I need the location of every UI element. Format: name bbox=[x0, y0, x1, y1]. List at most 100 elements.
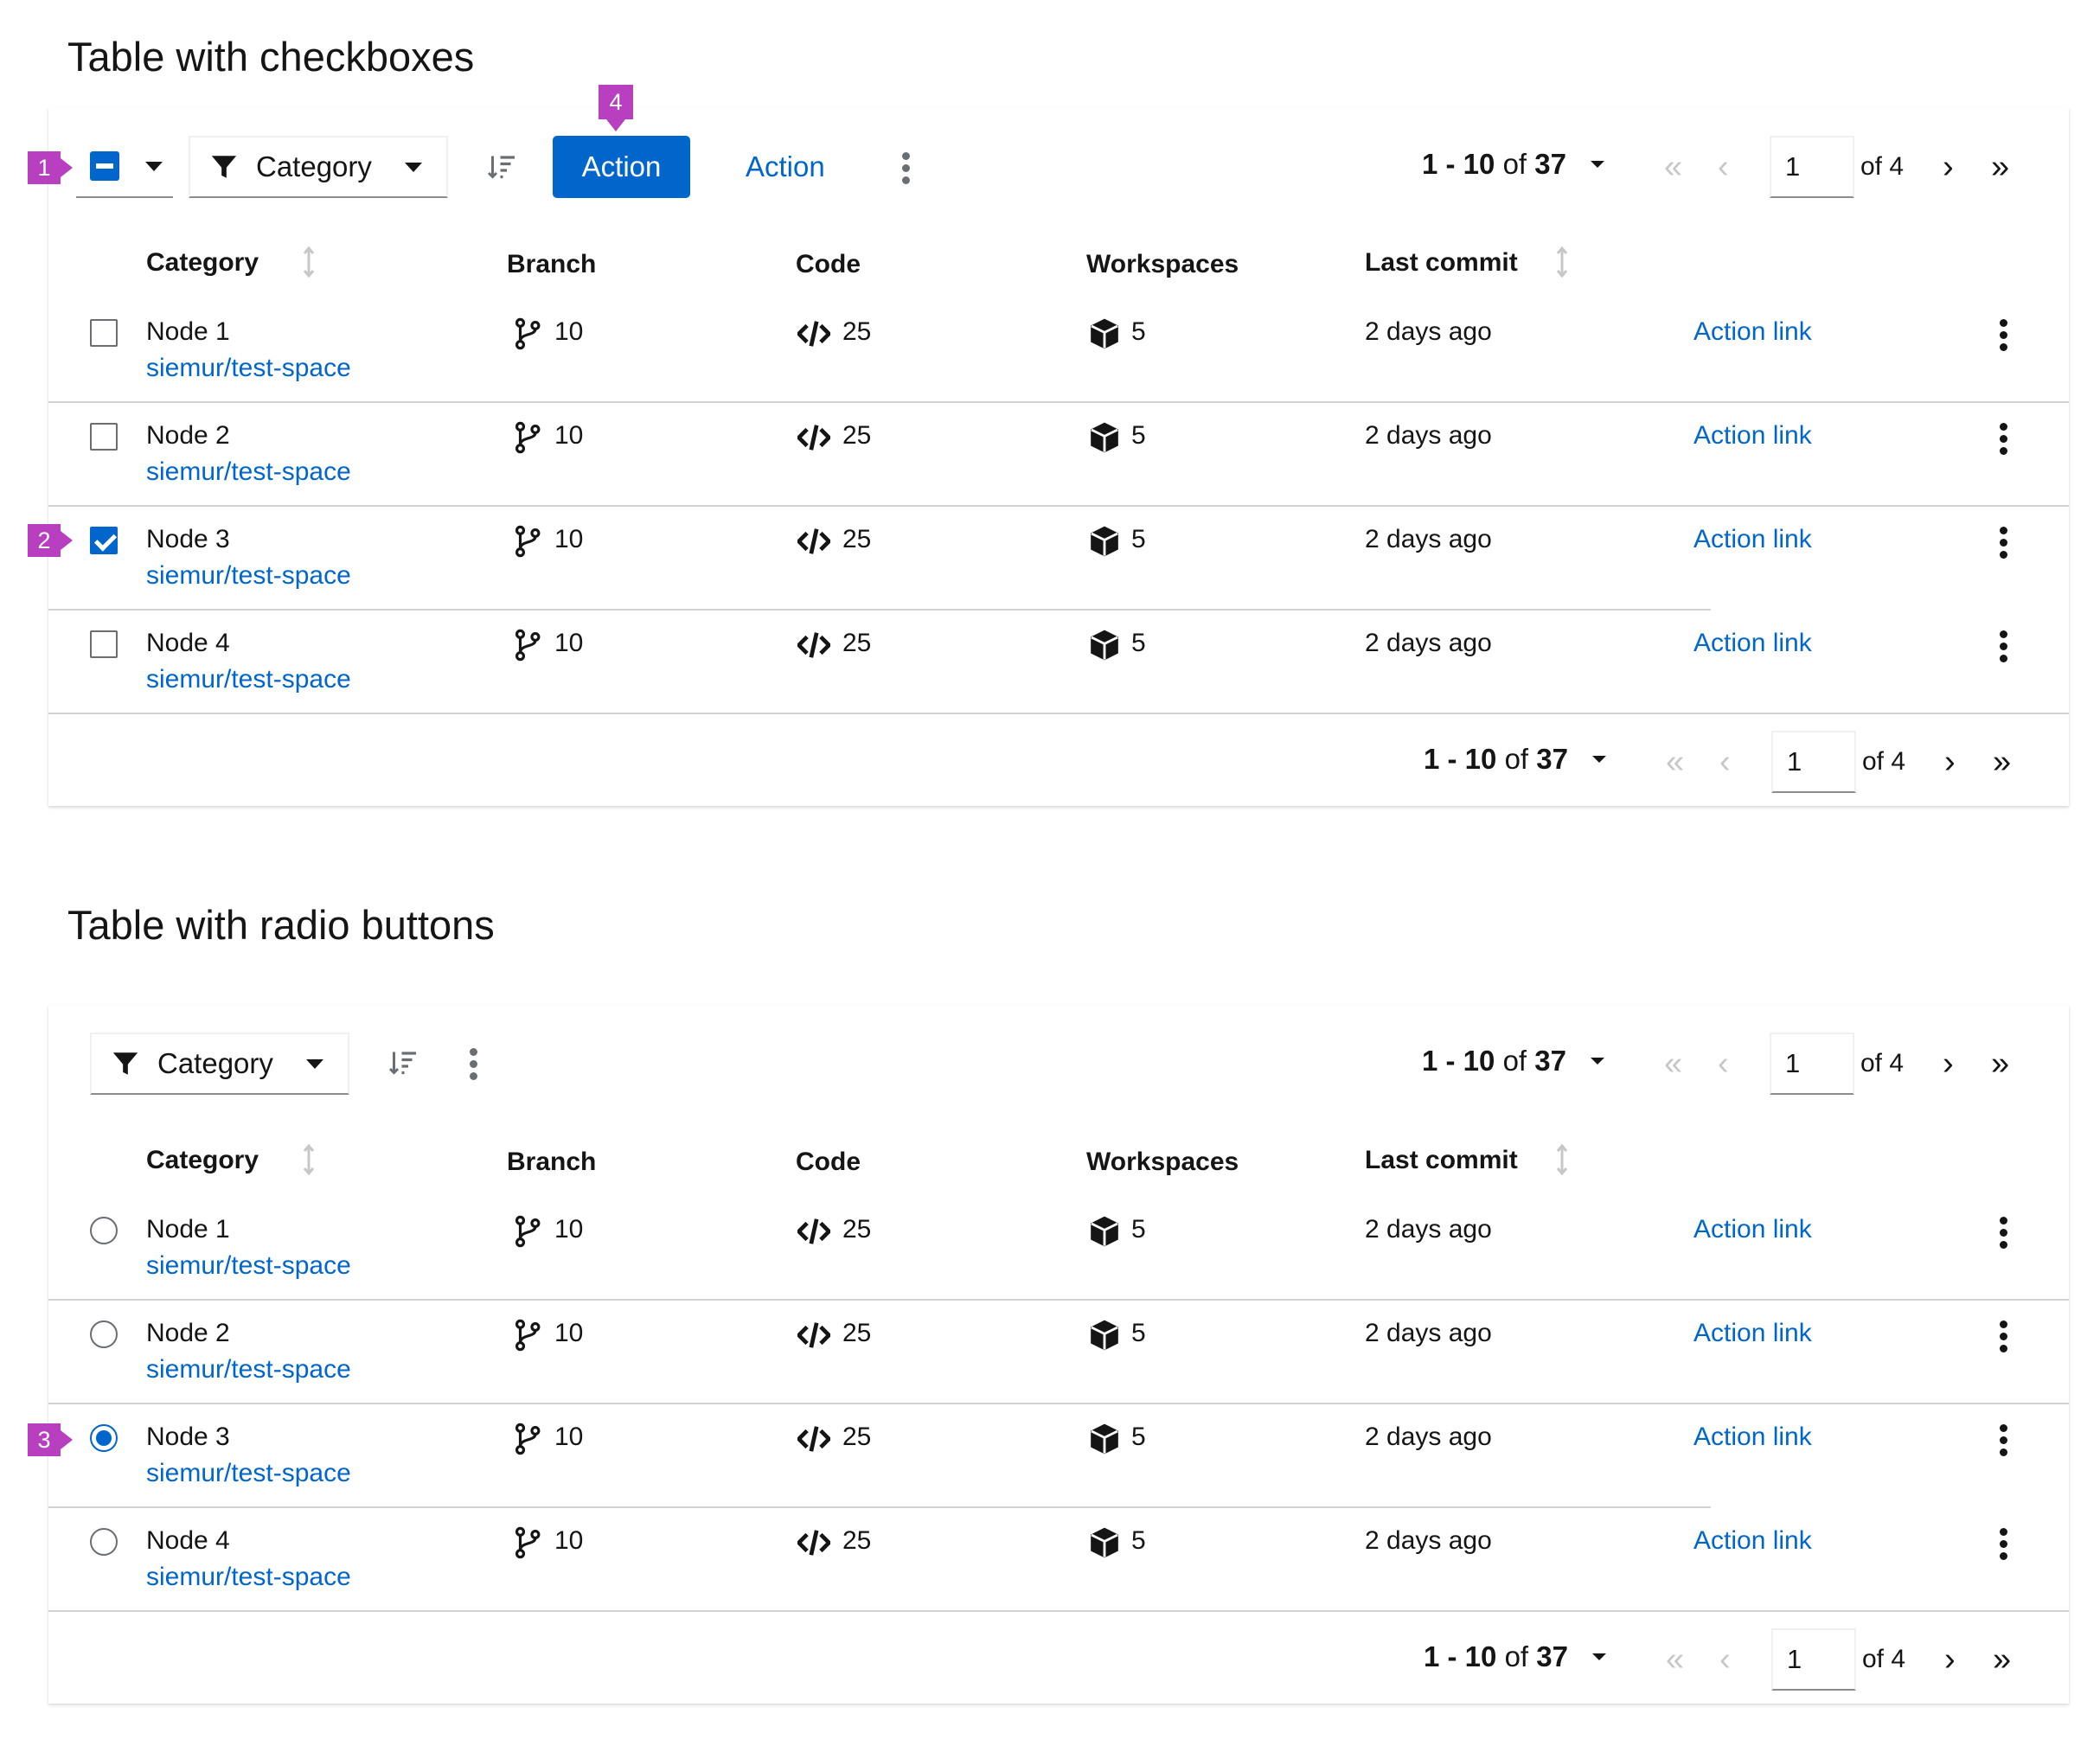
page-number-input[interactable]: 1 bbox=[1771, 1628, 1856, 1691]
pagination-count-toggle[interactable]: 1 - 10 of 37 bbox=[1422, 1045, 1604, 1077]
previous-page-icon[interactable]: ‹ bbox=[1718, 150, 1729, 183]
row-action-link[interactable]: Action link bbox=[1693, 525, 1812, 554]
first-page-icon[interactable]: « bbox=[1666, 1643, 1684, 1676]
caret-down-icon[interactable] bbox=[1590, 161, 1604, 168]
row-sub-link[interactable]: siemur/test-space bbox=[146, 665, 351, 694]
last-page-icon[interactable]: » bbox=[1991, 1047, 2009, 1080]
row-action-link[interactable]: Action link bbox=[1693, 629, 1812, 658]
last-page-icon[interactable]: » bbox=[1993, 1643, 2011, 1676]
col-header-category[interactable]: Category bbox=[146, 248, 259, 278]
sort-icon[interactable] bbox=[303, 1144, 315, 1175]
row-kebab-icon[interactable] bbox=[2000, 423, 2008, 459]
row-kebab-icon[interactable] bbox=[2000, 1217, 2008, 1253]
code-branch-icon bbox=[515, 629, 541, 662]
code-branch-icon bbox=[515, 1319, 541, 1352]
row-checkbox[interactable] bbox=[90, 319, 118, 347]
first-page-icon[interactable]: « bbox=[1666, 745, 1684, 778]
next-page-icon[interactable]: › bbox=[1943, 1047, 1954, 1080]
row-action-link[interactable]: Action link bbox=[1693, 317, 1812, 347]
row-branch-count: 10 bbox=[554, 1423, 584, 1451]
row-kebab-icon[interactable] bbox=[2000, 630, 2008, 667]
bulk-select-checkbox[interactable] bbox=[90, 151, 119, 181]
row-kebab-icon[interactable] bbox=[2000, 319, 2008, 355]
cube-icon bbox=[1091, 1527, 1118, 1558]
pagination-count-toggle[interactable]: 1 - 10 of 37 bbox=[1424, 1640, 1606, 1673]
pagination-of: of bbox=[1504, 743, 1529, 775]
sort-icon[interactable] bbox=[1556, 246, 1568, 278]
previous-page-icon[interactable]: ‹ bbox=[1719, 745, 1731, 778]
col-header-last-commit[interactable]: Last commit bbox=[1365, 248, 1518, 278]
row-sub-link[interactable]: siemur/test-space bbox=[146, 561, 351, 591]
secondary-action-button[interactable]: Action bbox=[746, 136, 825, 198]
row-kebab-icon[interactable] bbox=[2000, 1528, 2008, 1564]
row-checkbox[interactable] bbox=[90, 423, 118, 451]
row-radio[interactable] bbox=[90, 1217, 118, 1244]
row-checkbox[interactable] bbox=[90, 630, 118, 658]
last-page-icon[interactable]: » bbox=[1993, 745, 2011, 778]
row-last-commit: 2 days ago bbox=[1365, 525, 1492, 553]
caret-down-icon[interactable] bbox=[1591, 756, 1606, 763]
previous-page-icon[interactable]: ‹ bbox=[1719, 1643, 1731, 1676]
previous-page-icon[interactable]: ‹ bbox=[1718, 1047, 1729, 1080]
sort-amount-down-icon[interactable] bbox=[387, 1048, 419, 1079]
row-action-link[interactable]: Action link bbox=[1693, 1215, 1812, 1244]
row-workspaces-count: 5 bbox=[1131, 629, 1146, 657]
page-number-input[interactable]: 1 bbox=[1771, 731, 1856, 793]
row-radio[interactable] bbox=[90, 1424, 118, 1452]
row-branch-count: 10 bbox=[554, 629, 584, 657]
row-name: Node 4 bbox=[146, 629, 230, 657]
row-radio[interactable] bbox=[90, 1320, 118, 1348]
page-of-label: of 4 bbox=[1860, 1049, 1905, 1077]
code-icon bbox=[797, 425, 830, 451]
row-kebab-icon[interactable] bbox=[2000, 1424, 2008, 1461]
primary-action-button[interactable]: Action bbox=[553, 136, 690, 198]
row-sub-link[interactable]: siemur/test-space bbox=[146, 457, 351, 487]
next-page-icon[interactable]: › bbox=[1944, 1643, 1956, 1676]
pagination-count-toggle[interactable]: 1 - 10 of 37 bbox=[1422, 148, 1604, 181]
toolbar-kebab-icon[interactable] bbox=[902, 152, 911, 189]
row-workspaces-count: 5 bbox=[1131, 421, 1146, 450]
row-sub-link[interactable]: siemur/test-space bbox=[146, 1459, 351, 1488]
row-divider bbox=[48, 713, 2069, 714]
sort-icon[interactable] bbox=[303, 246, 315, 278]
sort-amount-down-icon[interactable] bbox=[486, 152, 517, 183]
radio-table-card: Category 1 - 10 of 37 « ‹ 1 of 4 › » Cat… bbox=[48, 1005, 2069, 1704]
bulk-select-toggle[interactable] bbox=[76, 136, 173, 198]
row-kebab-icon[interactable] bbox=[2000, 1320, 2008, 1357]
section-title-radio: Table with radio buttons bbox=[67, 902, 495, 948]
page-number-input[interactable]: 1 bbox=[1770, 1033, 1854, 1095]
page-number-input[interactable]: 1 bbox=[1770, 136, 1854, 198]
row-action-link[interactable]: Action link bbox=[1693, 1423, 1812, 1452]
last-page-icon[interactable]: » bbox=[1991, 150, 2009, 183]
row-last-commit: 2 days ago bbox=[1365, 1526, 1492, 1555]
first-page-icon[interactable]: « bbox=[1664, 150, 1682, 183]
caret-down-icon[interactable] bbox=[1591, 1653, 1606, 1660]
row-checkbox[interactable] bbox=[90, 527, 118, 554]
caret-down-icon[interactable] bbox=[145, 161, 163, 171]
row-sub-link[interactable]: siemur/test-space bbox=[146, 1251, 351, 1281]
row-action-link[interactable]: Action link bbox=[1693, 1319, 1812, 1348]
row-action-link[interactable]: Action link bbox=[1693, 1526, 1812, 1556]
row-sub-link[interactable]: siemur/test-space bbox=[146, 1355, 351, 1384]
first-page-icon[interactable]: « bbox=[1664, 1047, 1682, 1080]
col-header-category[interactable]: Category bbox=[146, 1146, 259, 1175]
toolbar-kebab-icon[interactable] bbox=[470, 1048, 478, 1084]
col-header-last-commit[interactable]: Last commit bbox=[1365, 1146, 1518, 1175]
row-kebab-icon[interactable] bbox=[2000, 527, 2008, 563]
next-page-icon[interactable]: › bbox=[1944, 745, 1956, 778]
row-action-link[interactable]: Action link bbox=[1693, 421, 1812, 451]
category-filter-select[interactable]: Category bbox=[90, 1033, 349, 1095]
row-sub-link[interactable]: siemur/test-space bbox=[146, 1563, 351, 1592]
sort-icon[interactable] bbox=[1556, 1144, 1568, 1175]
pagination-range: 1 - 10 bbox=[1422, 148, 1495, 180]
row-branch-count: 10 bbox=[554, 317, 584, 346]
category-filter-select[interactable]: Category bbox=[189, 136, 448, 198]
caret-down-icon[interactable] bbox=[1590, 1058, 1604, 1065]
next-page-icon[interactable]: › bbox=[1943, 150, 1954, 183]
row-last-commit: 2 days ago bbox=[1365, 1215, 1492, 1244]
pagination-total: 37 bbox=[1534, 148, 1566, 180]
col-header-branch: Branch bbox=[507, 250, 597, 278]
pagination-count-toggle[interactable]: 1 - 10 of 37 bbox=[1424, 743, 1606, 776]
row-radio[interactable] bbox=[90, 1528, 118, 1556]
row-sub-link[interactable]: siemur/test-space bbox=[146, 354, 351, 383]
